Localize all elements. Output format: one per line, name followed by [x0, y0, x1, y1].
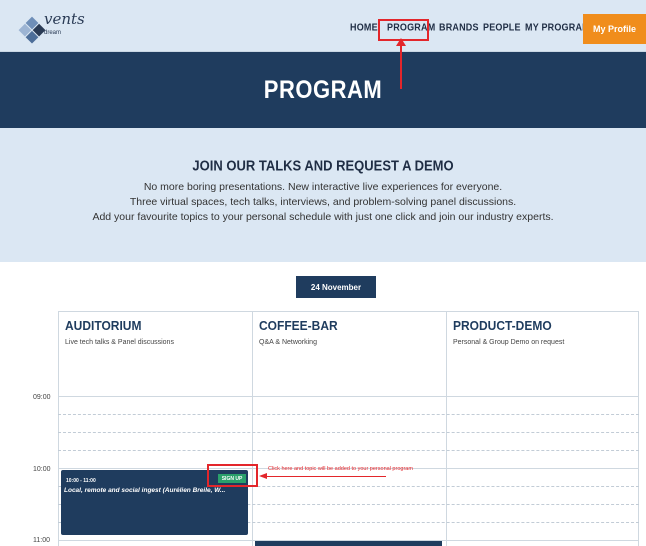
nav-brands[interactable]: BRANDS: [439, 21, 479, 33]
intro-line-2: Three virtual spaces, tech talks, interv…: [129, 196, 517, 208]
signup-highlight-box: [207, 464, 258, 487]
logo-subtext: dream: [44, 30, 62, 36]
date-tab[interactable]: 24 November: [296, 276, 376, 298]
intro-line-1: No more boring presentations. New intera…: [143, 181, 503, 193]
nav-my-program[interactable]: MY PROGRAM: [525, 21, 590, 33]
intro-section: JOIN OUR TALKS AND REQUEST A DEMO No mor…: [0, 128, 646, 262]
grid-line: [58, 396, 639, 397]
session-title: Local, remote and social ingest (Aurélie…: [64, 487, 226, 494]
page-banner: PROGRAM: [0, 52, 646, 128]
annotation-arrow-up-icon: [396, 38, 406, 46]
session-time: 10:00 - 11:00: [66, 478, 96, 484]
intro-heading: JOIN OUR TALKS AND REQUEST A DEMO: [192, 157, 454, 174]
time-label: 09:00: [33, 394, 51, 401]
top-header: vents dream HOME PROGRAM BRANDS PEOPLE M…: [0, 0, 646, 52]
page-title: PROGRAM: [263, 75, 383, 104]
annotation-arrow-left-icon: [259, 473, 267, 479]
my-profile-button[interactable]: My Profile: [583, 14, 646, 44]
column-subtitle-product-demo: Personal & Group Demo on request: [453, 339, 565, 346]
column-subtitle-auditorium: Live tech talks & Panel discussions: [65, 339, 174, 346]
column-divider: [638, 311, 639, 546]
session-card[interactable]: [255, 541, 442, 546]
nav-people[interactable]: PEOPLE: [483, 21, 521, 33]
annotation-arrow-line: [266, 476, 386, 477]
nav-home[interactable]: HOME: [350, 21, 378, 33]
column-title-coffee-bar: COFFEE-BAR: [259, 318, 338, 334]
column-title-product-demo: PRODUCT-DEMO: [453, 318, 552, 334]
grid-line: [58, 450, 639, 451]
column-divider: [446, 311, 447, 546]
annotation-arrow-up-line: [400, 41, 402, 89]
grid-line: [58, 414, 639, 415]
column-divider: [252, 311, 253, 546]
time-label: 11:00: [33, 537, 50, 544]
annotation-text: Click here and topic will be added to yo…: [268, 466, 413, 472]
intro-line-3: Add your favourite topics to your person…: [92, 211, 554, 223]
logo-wordmark: vents: [44, 10, 85, 28]
column-title-auditorium: AUDITORIUM: [65, 318, 142, 334]
grid-line: [58, 432, 639, 433]
column-subtitle-coffee-bar: Q&A & Networking: [259, 339, 317, 346]
time-label: 10:00: [33, 466, 51, 473]
